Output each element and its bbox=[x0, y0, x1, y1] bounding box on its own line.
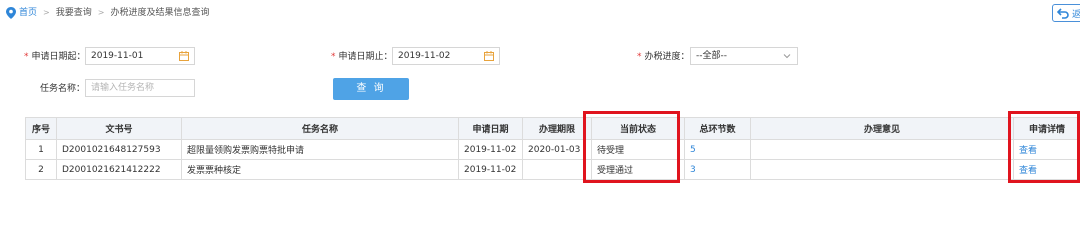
return-button[interactable]: 返 bbox=[1052, 4, 1080, 22]
location-pin-icon bbox=[6, 7, 16, 19]
cell-task: 超限量领购发票购票特批申请 bbox=[181, 139, 459, 160]
cell-opinion bbox=[750, 139, 1014, 160]
start-date-value: 2019-11-01 bbox=[91, 51, 144, 61]
breadcrumb-item-query[interactable]: 我要查询 bbox=[56, 6, 92, 20]
progress-select-value: --全部-- bbox=[696, 51, 727, 61]
task-name-text-input[interactable] bbox=[91, 80, 194, 96]
cell-steps: 5 bbox=[684, 139, 751, 160]
cell-apply-date: 2019-11-02 bbox=[458, 139, 523, 160]
start-date-label: * 申请日期起： bbox=[24, 52, 86, 62]
task-name-input[interactable] bbox=[85, 79, 195, 97]
start-date-field[interactable]: 2019-11-01 bbox=[85, 47, 195, 65]
required-mark: * bbox=[24, 52, 29, 62]
return-button-label: 返 bbox=[1072, 7, 1080, 20]
cell-apply-date: 2019-11-02 bbox=[458, 159, 523, 180]
breadcrumb-item-current: 办税进度及结果信息查询 bbox=[110, 8, 210, 18]
end-date-label: * 申请日期止： bbox=[331, 52, 393, 62]
cell-task: 发票票种核定 bbox=[181, 159, 459, 180]
steps-link[interactable]: 3 bbox=[690, 165, 696, 175]
col-header-task: 任务名称 bbox=[181, 117, 459, 140]
breadcrumb: 首页 > 我要查询 > 办税进度及结果信息查询 bbox=[6, 6, 209, 20]
col-header-steps: 总环节数 bbox=[684, 117, 751, 140]
detail-column-highlight bbox=[1008, 111, 1080, 183]
status-column-highlight bbox=[583, 111, 680, 183]
col-header-apply-date: 申请日期 bbox=[458, 117, 523, 140]
progress-label: * 办税进度： bbox=[637, 52, 690, 62]
breadcrumb-home-link[interactable]: 首页 bbox=[19, 6, 37, 20]
cell-opinion bbox=[750, 159, 1014, 180]
table-header-row: 序号 文书号 任务名称 申请日期 办理期限 当前状态 总环节数 办理意见 申请详… bbox=[25, 117, 1080, 140]
cell-doc-no: D2001021621412222 bbox=[56, 159, 182, 180]
col-header-doc-no: 文书号 bbox=[56, 117, 182, 140]
cell-deadline bbox=[522, 159, 592, 180]
required-mark: * bbox=[637, 52, 642, 62]
end-date-value: 2019-11-02 bbox=[398, 51, 451, 61]
chevron-down-icon bbox=[783, 54, 791, 59]
end-date-field[interactable]: 2019-11-02 bbox=[392, 47, 500, 65]
cell-steps: 3 bbox=[684, 159, 751, 180]
cell-seq: 1 bbox=[25, 139, 57, 160]
progress-select[interactable]: --全部-- bbox=[690, 47, 798, 65]
required-mark: * bbox=[331, 52, 336, 62]
task-name-label: 任务名称： bbox=[40, 84, 86, 94]
col-header-opinion: 办理意见 bbox=[750, 117, 1014, 140]
col-header-deadline: 办理期限 bbox=[522, 117, 592, 140]
results-table: 序号 文书号 任务名称 申请日期 办理期限 当前状态 总环节数 办理意见 申请详… bbox=[25, 117, 1080, 180]
calendar-icon[interactable] bbox=[484, 51, 494, 61]
breadcrumb-separator: > bbox=[97, 8, 105, 17]
breadcrumb-separator: > bbox=[43, 8, 50, 17]
calendar-icon[interactable] bbox=[179, 51, 189, 61]
table-row: 2 D2001021621412222 发票票种核定 2019-11-02 受理… bbox=[25, 159, 1080, 180]
cell-seq: 2 bbox=[25, 159, 57, 180]
return-arrow-icon bbox=[1057, 8, 1069, 19]
steps-link[interactable]: 5 bbox=[690, 145, 696, 155]
query-button[interactable]: 查 询 bbox=[333, 78, 409, 100]
col-header-seq: 序号 bbox=[25, 117, 57, 140]
cell-doc-no: D2001021648127593 bbox=[56, 139, 182, 160]
cell-deadline: 2020-01-03 bbox=[522, 139, 592, 160]
table-row: 1 D2001021648127593 超限量领购发票购票特批申请 2019-1… bbox=[25, 139, 1080, 160]
